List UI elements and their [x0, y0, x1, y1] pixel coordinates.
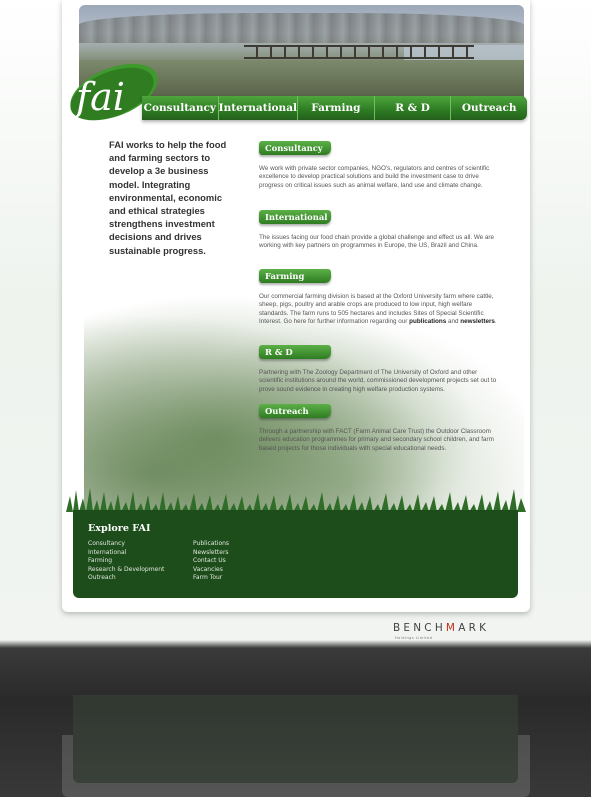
footer-link-outreach[interactable]: Outreach [88, 574, 164, 583]
intro-statement: FAI works to help the food and farming s… [109, 139, 227, 256]
benchmark-subtitle: Holdings Limited [395, 636, 433, 640]
section-text: . [494, 317, 497, 325]
benchmark-mark: M [445, 622, 459, 634]
section-outreach: Outreach Through a partnership with FACT… [259, 401, 499, 453]
footer-link-newsletters[interactable]: Newsletters [193, 549, 229, 558]
section-international: International The issues facing our food… [259, 207, 499, 251]
section-tab-consultancy[interactable]: Consultancy [259, 141, 331, 155]
reflection-inner [0, 648, 591, 797]
footer-links-col2: Publications Newsletters Contact Us Vaca… [193, 540, 229, 583]
publications-link[interactable]: publications [409, 318, 446, 325]
page-reflection [0, 648, 591, 797]
section-farming: Farming Our commercial farming division … [259, 266, 499, 326]
nav-farming[interactable]: Farming [298, 96, 375, 120]
section-tab-outreach[interactable]: Outreach [259, 404, 331, 418]
section-tab-international[interactable]: International [259, 210, 331, 224]
section-consultancy: Consultancy We work with private sector … [259, 138, 499, 190]
footer-links-col1: Consultancy International Farming Resear… [88, 540, 164, 583]
footer-link-farm-tour[interactable]: Farm Tour [193, 574, 229, 583]
section-body: Through a partnership with FACT (Farm An… [259, 428, 494, 452]
section-r-and-d: R & D Partnering with The Zoology Depart… [259, 342, 499, 394]
logo-text: fai [73, 75, 125, 119]
nav-consultancy[interactable]: Consultancy [142, 96, 219, 120]
nav-international[interactable]: International [219, 96, 298, 120]
grass-divider [66, 488, 526, 512]
nav-r-and-d[interactable]: R & D [375, 96, 452, 120]
section-body: We work with private sector companies, N… [259, 165, 490, 189]
benchmark-right: ARK [458, 622, 490, 634]
newsletters-link[interactable]: newsletters [460, 318, 495, 325]
footer-link-farming[interactable]: Farming [88, 557, 164, 566]
footer-link-consultancy[interactable]: Consultancy [88, 540, 164, 549]
nav-outreach[interactable]: Outreach [451, 96, 527, 120]
footer-link-research[interactable]: Research & Development [88, 566, 164, 575]
footer-link-international[interactable]: International [88, 549, 164, 558]
footbridge [244, 45, 474, 59]
footer-title: Explore FAI [88, 523, 151, 534]
footer-link-publications[interactable]: Publications [193, 540, 229, 549]
reflection-footer [73, 695, 518, 783]
main-nav: Consultancy International Farming R & D … [142, 96, 527, 120]
section-text: and [446, 317, 461, 325]
benchmark-left: BENCH [393, 622, 446, 634]
section-body: Our commercial farming division is based… [259, 293, 499, 326]
section-body: Partnering with The Zoology Department o… [259, 369, 497, 393]
footer-link-vacancies[interactable]: Vacancies [193, 566, 229, 575]
section-body: The issues facing our food chain provide… [259, 234, 494, 250]
section-tab-farming[interactable]: Farming [259, 269, 331, 283]
section-tab-r-and-d[interactable]: R & D [259, 345, 331, 359]
footer-explore: Explore FAI Consultancy International Fa… [73, 510, 518, 598]
tree-line [79, 13, 524, 43]
footer-link-contact[interactable]: Contact Us [193, 557, 229, 566]
